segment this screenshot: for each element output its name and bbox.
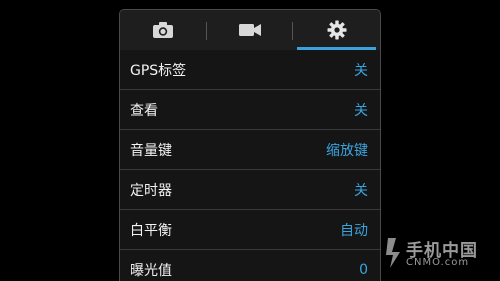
setting-row-timer[interactable]: 定时器 关 bbox=[120, 170, 380, 210]
tab-video[interactable] bbox=[207, 10, 294, 50]
setting-label: 音量键 bbox=[130, 142, 172, 159]
watermark: 手机中国 CNMO.com bbox=[386, 234, 496, 274]
watermark-subtitle: CNMO.com bbox=[406, 257, 470, 268]
mode-tab-bar bbox=[120, 10, 380, 50]
setting-value: 关 bbox=[354, 182, 368, 199]
setting-row-volume-key[interactable]: 音量键 缩放键 bbox=[120, 130, 380, 170]
setting-row-exposure[interactable]: 曝光值 0 bbox=[120, 250, 380, 281]
setting-row-gps-tag[interactable]: GPS标签 关 bbox=[120, 50, 380, 90]
camera-icon bbox=[153, 22, 174, 38]
setting-label: 白平衡 bbox=[130, 222, 172, 239]
cnmo-logo-icon bbox=[386, 238, 400, 268]
tab-camera[interactable] bbox=[120, 10, 207, 50]
settings-list: GPS标签 关 查看 关 音量键 缩放键 定时器 关 白平衡 自动 曝光值 0 bbox=[120, 50, 380, 281]
setting-label: 定时器 bbox=[130, 182, 172, 199]
setting-value: 自动 bbox=[340, 222, 368, 239]
setting-value: 0 bbox=[359, 262, 368, 278]
setting-label: 曝光值 bbox=[130, 263, 172, 279]
video-camera-icon bbox=[239, 24, 261, 36]
setting-value: 关 bbox=[354, 62, 368, 79]
camera-settings-panel: GPS标签 关 查看 关 音量键 缩放键 定时器 关 白平衡 自动 曝光值 0 bbox=[119, 9, 381, 281]
setting-row-white-balance[interactable]: 白平衡 自动 bbox=[120, 210, 380, 250]
setting-row-review[interactable]: 查看 关 bbox=[120, 90, 380, 130]
setting-value: 缩放键 bbox=[326, 142, 368, 159]
screen: GPS标签 关 查看 关 音量键 缩放键 定时器 关 白平衡 自动 曝光值 0 bbox=[0, 0, 500, 281]
tab-settings[interactable] bbox=[293, 10, 380, 50]
setting-value: 关 bbox=[354, 102, 368, 119]
setting-label: 查看 bbox=[130, 102, 158, 119]
setting-label: GPS标签 bbox=[130, 62, 187, 79]
gear-icon bbox=[327, 20, 347, 40]
